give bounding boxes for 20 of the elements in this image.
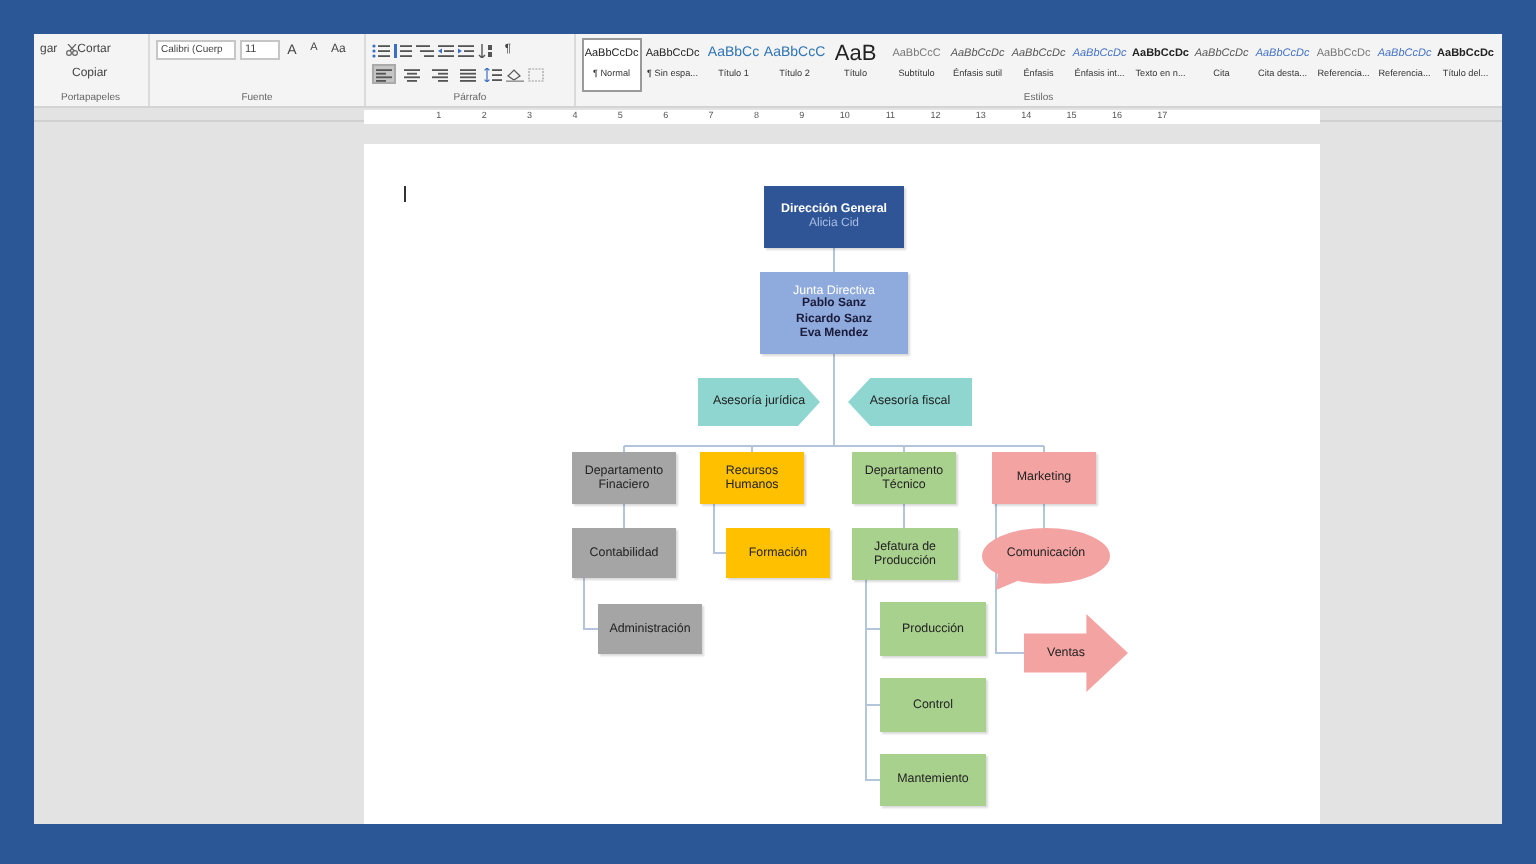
connector-line xyxy=(1043,503,1045,529)
sort-icon[interactable] xyxy=(478,43,495,57)
connector-line xyxy=(583,577,599,630)
line-spacing-icon[interactable] xyxy=(484,67,503,81)
numbered-list-icon[interactable] xyxy=(394,43,413,57)
connector-line xyxy=(833,247,835,273)
decrease-indent-icon[interactable] xyxy=(438,43,455,57)
align-right-button[interactable] xyxy=(428,64,453,84)
connector-line xyxy=(623,503,625,529)
scissors-icon xyxy=(65,44,78,56)
align-left-button[interactable] xyxy=(372,64,397,84)
multilevel-list-icon[interactable] xyxy=(416,43,435,57)
connector-line xyxy=(713,503,727,554)
shading-icon[interactable] xyxy=(506,67,525,81)
connector-line xyxy=(903,503,905,529)
bullet-list-icon[interactable] xyxy=(372,43,391,57)
align-center-button[interactable] xyxy=(400,64,425,84)
increase-indent-icon[interactable] xyxy=(458,43,475,57)
text-cursor xyxy=(404,186,406,202)
justify-button[interactable] xyxy=(456,64,481,84)
